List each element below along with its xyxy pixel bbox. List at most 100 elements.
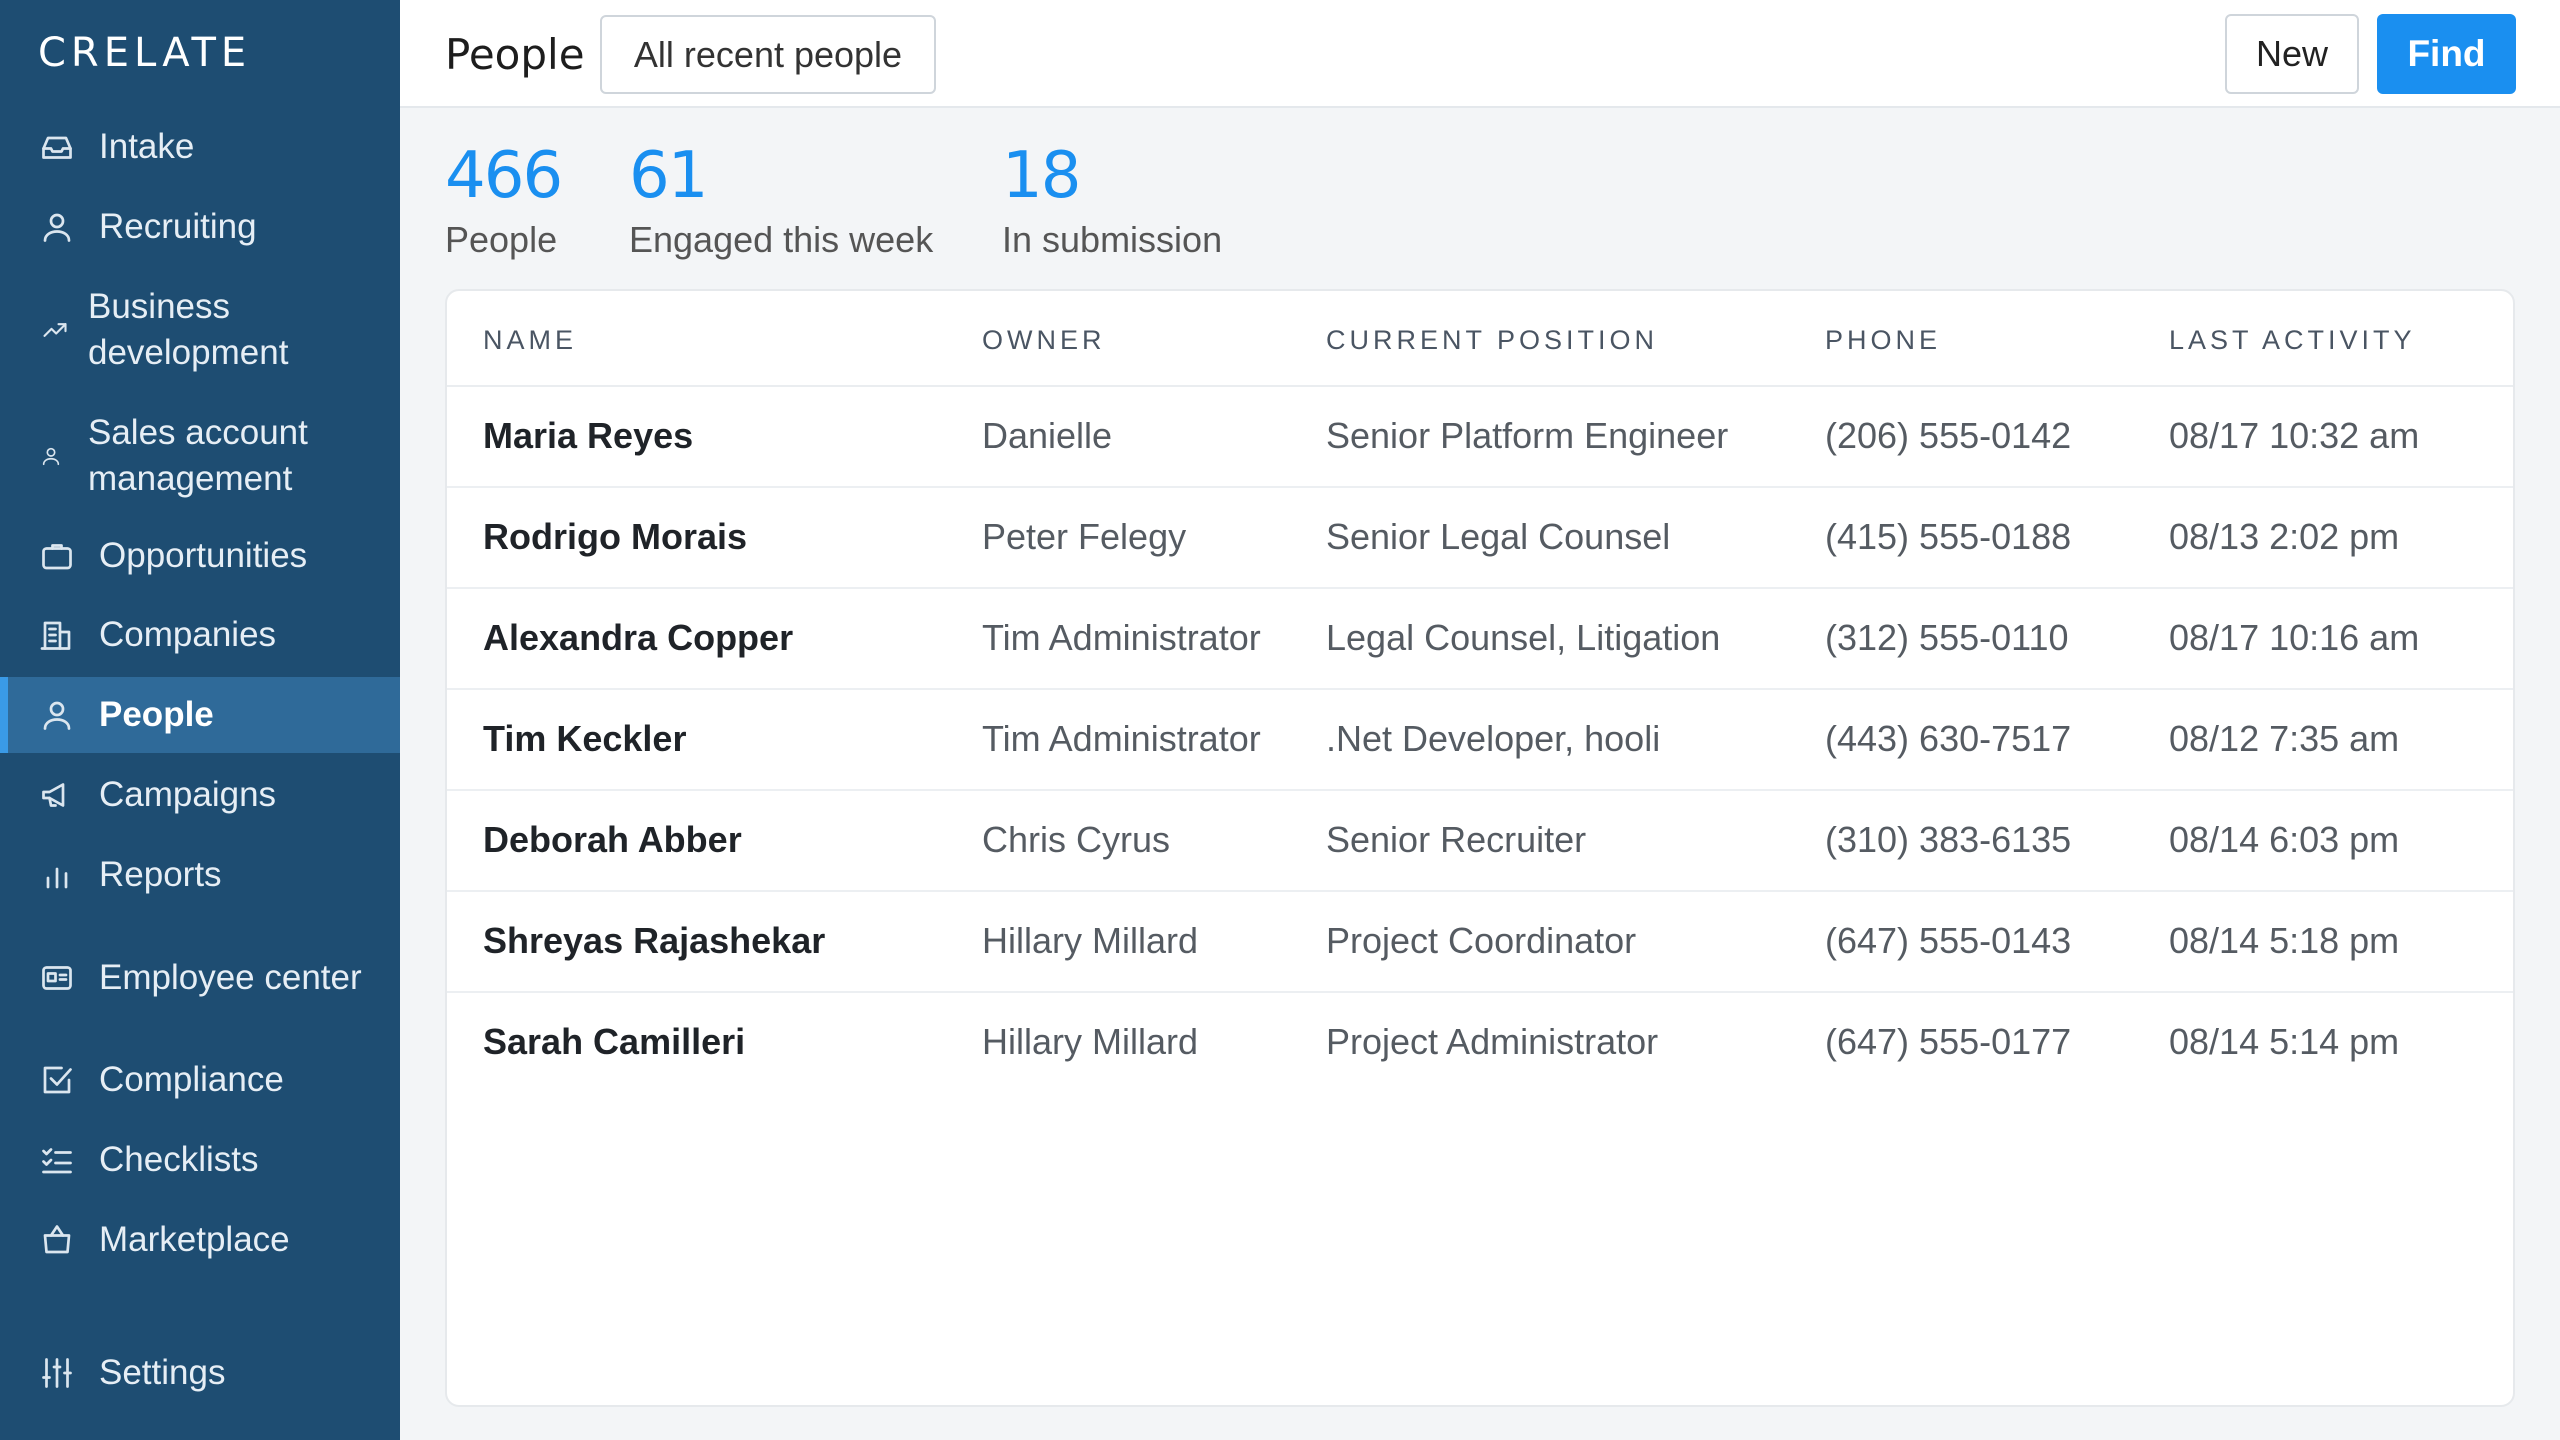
cell-phone: (443) 630-7517	[1825, 718, 2072, 759]
cell-position: Project Administrator	[1326, 1021, 1659, 1062]
cell-position: Senior Legal Counsel	[1326, 516, 1671, 557]
stat-value: 18	[1002, 139, 1081, 213]
sidebar-item-people[interactable]: People	[0, 677, 400, 753]
sidebar-item-reports[interactable]: Reports	[0, 848, 400, 902]
inbox-icon	[38, 128, 76, 166]
cell-last-activity: 08/13 2:02 pm	[2169, 516, 2400, 557]
sidebar-item-compliance[interactable]: Compliance	[0, 1053, 400, 1107]
sidebar-item-label: Business development	[88, 287, 289, 372]
sliders-icon	[38, 1354, 76, 1392]
sidebar-item-label: Opportunities	[99, 536, 308, 575]
cell-last-activity: 08/14 5:18 pm	[2169, 920, 2400, 961]
column-header-current-position[interactable]: CURRENT POSITION	[1326, 325, 1658, 356]
table-row[interactable]: Shreyas Rajashekar Hillary Millard Proje…	[447, 892, 2513, 993]
sidebar-item-label: People	[99, 695, 214, 734]
table-row[interactable]: Maria Reyes Danielle Senior Platform Eng…	[447, 387, 2513, 488]
view-filter-dropdown[interactable]: All recent people	[600, 15, 936, 94]
cell-last-activity: 08/14 6:03 pm	[2169, 819, 2400, 860]
cell-name[interactable]: Shreyas Rajashekar	[483, 920, 825, 962]
trend-up-icon	[36, 311, 74, 349]
sidebar-item-label: Checklists	[99, 1140, 259, 1179]
sidebar-item-settings[interactable]: Settings	[0, 1346, 400, 1400]
new-button[interactable]: New	[2225, 14, 2359, 94]
cell-owner: Tim Administrator	[982, 617, 1261, 658]
cell-owner: Danielle	[982, 415, 1113, 456]
column-header-last-activity[interactable]: LAST ACTIVITY	[2169, 325, 2416, 356]
cell-last-activity: 08/12 7:35 am	[2169, 718, 2400, 759]
sidebar-item-label: Settings	[99, 1353, 226, 1392]
app-logo[interactable]: CRELATE	[38, 30, 251, 76]
sidebar-item-label: Recruiting	[99, 207, 257, 246]
sidebar-item-label: Employee center	[99, 958, 362, 997]
sidebar-item-intake[interactable]: Intake	[0, 120, 400, 174]
cell-owner: Hillary Millard	[982, 1021, 1199, 1062]
sidebar-item-employee-center[interactable]: Employee center	[0, 930, 400, 1026]
cell-name[interactable]: Maria Reyes	[483, 415, 693, 457]
person-icon	[38, 696, 76, 734]
sidebar-item-sales-account-management[interactable]: Sales account management	[0, 408, 400, 504]
cell-name[interactable]: Tim Keckler	[483, 718, 686, 760]
stat-caption: Engaged this week	[629, 219, 934, 260]
sidebar-item-business-development[interactable]: Business development	[0, 282, 400, 378]
stat-value: 466	[445, 139, 563, 213]
cell-name[interactable]: Deborah Abber	[483, 819, 742, 861]
sidebar-item-companies[interactable]: Companies	[0, 608, 400, 662]
cell-position: Project Coordinator	[1326, 920, 1637, 961]
cell-owner: Peter Felegy	[982, 516, 1187, 557]
cell-position: Senior Recruiter	[1326, 819, 1587, 860]
cell-phone: (647) 555-0143	[1825, 920, 2072, 961]
briefcase-icon	[38, 537, 76, 575]
bar-chart-icon	[38, 856, 76, 894]
stat-caption: People	[445, 219, 558, 260]
column-header-owner[interactable]: OWNER	[982, 325, 1106, 356]
cell-name[interactable]: Sarah Camilleri	[483, 1021, 745, 1063]
stat-people[interactable]: 466 People	[445, 136, 563, 264]
cell-phone: (415) 555-0188	[1825, 516, 2072, 557]
page-title: People	[445, 30, 585, 79]
cell-phone: (312) 555-0110	[1825, 617, 2069, 658]
cell-owner: Hillary Millard	[982, 920, 1199, 961]
cell-last-activity: 08/17 10:32 am	[2169, 415, 2420, 456]
sidebar: CRELATE Intake Recruiting Business devel…	[0, 0, 400, 1440]
person-small-icon	[32, 437, 70, 475]
sidebar-item-label: Compliance	[99, 1060, 284, 1099]
sidebar-item-label: Companies	[99, 615, 277, 654]
cell-position: Senior Platform Engineer	[1326, 415, 1729, 456]
sidebar-item-label: Reports	[99, 855, 222, 894]
cell-name[interactable]: Rodrigo Morais	[483, 516, 747, 558]
column-header-name[interactable]: NAME	[483, 325, 577, 356]
id-card-icon	[38, 959, 76, 997]
sidebar-item-checklists[interactable]: Checklists	[0, 1133, 400, 1187]
cell-phone: (647) 555-0177	[1825, 1021, 2072, 1062]
table-row[interactable]: Tim Keckler Tim Administrator .Net Devel…	[447, 690, 2513, 791]
shopping-bag-icon	[38, 1221, 76, 1259]
cell-last-activity: 08/14 5:14 pm	[2169, 1021, 2400, 1062]
cell-owner: Chris Cyrus	[982, 819, 1171, 860]
table-row[interactable]: Sarah Camilleri Hillary Millard Project …	[447, 993, 2513, 1094]
cell-position: Legal Counsel, Litigation	[1326, 617, 1721, 658]
table-row[interactable]: Deborah Abber Chris Cyrus Senior Recruit…	[447, 791, 2513, 892]
sidebar-item-recruiting[interactable]: Recruiting	[0, 200, 400, 254]
table-row[interactable]: Rodrigo Morais Peter Felegy Senior Legal…	[447, 488, 2513, 589]
building-icon	[38, 616, 76, 654]
stat-value: 61	[629, 139, 708, 213]
checklist-icon	[38, 1141, 76, 1179]
cell-phone: (206) 555-0142	[1825, 415, 2072, 456]
checkbox-icon	[38, 1061, 76, 1099]
find-button[interactable]: Find	[2377, 14, 2516, 94]
cell-phone: (310) 383-6135	[1825, 819, 2072, 860]
stat-engaged-this-week[interactable]: 61 Engaged this week	[629, 136, 933, 264]
megaphone-icon	[38, 776, 76, 814]
cell-position: .Net Developer, hooli	[1326, 718, 1661, 759]
sidebar-item-marketplace[interactable]: Marketplace	[0, 1213, 400, 1267]
sidebar-item-opportunities[interactable]: Opportunities	[0, 529, 400, 583]
sidebar-item-label: Campaigns	[99, 775, 277, 814]
table-header: NAME OWNER CURRENT POSITION PHONE LAST A…	[447, 291, 2513, 387]
table-row[interactable]: Alexandra Copper Tim Administrator Legal…	[447, 589, 2513, 690]
stat-in-submission[interactable]: 18 In submission	[1002, 136, 1222, 264]
cell-name[interactable]: Alexandra Copper	[483, 617, 793, 659]
sidebar-item-label: Sales account management	[88, 413, 308, 498]
column-header-phone[interactable]: PHONE	[1825, 325, 1941, 356]
people-table: NAME OWNER CURRENT POSITION PHONE LAST A…	[445, 289, 2515, 1407]
sidebar-item-campaigns[interactable]: Campaigns	[0, 768, 400, 822]
